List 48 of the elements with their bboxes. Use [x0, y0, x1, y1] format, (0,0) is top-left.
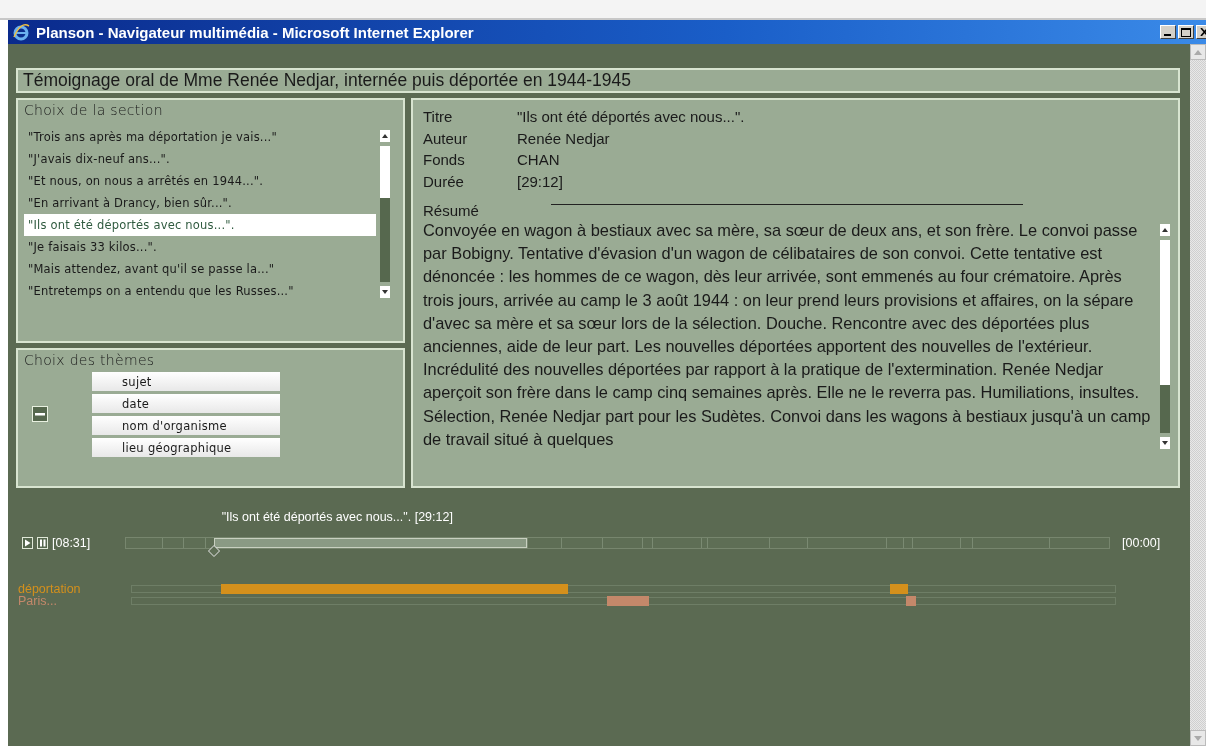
theme-bar: [890, 584, 909, 594]
field-value: "Ils ont été déportés avec nous...".: [517, 107, 745, 127]
field-label: Fonds: [423, 150, 466, 170]
panel-title: Choix des thèmes: [23, 351, 156, 370]
theme-button[interactable]: sujet: [92, 372, 280, 391]
elapsed-time: [08:31]: [52, 536, 92, 550]
summary-scrollbar[interactable]: [1160, 224, 1170, 449]
section-item[interactable]: "En arrivant à Drancy, bien sûr...".: [24, 192, 376, 214]
window-title: Planson - Navigateur multimédia - Microsoft Internet Explorer: [36, 23, 475, 41]
section-item[interactable]: "Et nous, on nous a arrêtés en 1944...".: [24, 170, 376, 192]
field-value: [29:12]: [517, 171, 563, 192]
pause-icon[interactable]: [37, 537, 48, 549]
section-item[interactable]: "Entretemps on a entendu que les Russes...": [24, 280, 376, 302]
theme-label: déportation: [17, 583, 82, 595]
field-value: Renée Nedjar: [517, 128, 610, 149]
summary-text: Convoyée en wagon à bestiaux avec sa mère, sa sœur de deux ans, et son frère. Le convoi passe par Bobigny. Tentative d'évasion d'un wagon de célibataires de son convoi. Cette tentative est dénoncée : les hommes de ce wagon, dès leur arrivée, sont emmenés au four crématoire. Après trois jours, arrivée au camp le 3 août 1944 : on leur prend leurs provisions et affaires, on la sépare d'avec sa mère et sa sœur lors de la sélection. Douche. Rencontre avec des déportées plus anciennes, aide de leur part. Les nouvelles déportées apportent des nouvelles de l'extérieur. Incrédulité des nouvelles déportées par rapport à la pratique de l'extermination. Renée Nedjar aperçoit son frère dans le camp cinq semaines après. Elle ne le reverra pas. Humiliations, insultes. Sélection, Renée Nedjar part pour les Sudètes. Convoi dans les wagons à bestiaux jusqu'à un camp de travail situé à quelques: [423, 220, 1152, 450]
field-label: Durée: [423, 171, 465, 192]
theme-label: Paris...: [17, 595, 57, 607]
theme-bar: [607, 596, 649, 606]
theme-button[interactable]: date: [92, 394, 280, 413]
section-item[interactable]: "Ils ont été déportés avec nous...".: [24, 214, 376, 236]
field-label: Auteur: [423, 128, 469, 149]
remaining-time: [00:00]: [1122, 536, 1161, 550]
current-section-label: "Ils ont été déportés avec nous...". [29:12]: [221, 510, 453, 524]
maximize-button[interactable]: [1178, 25, 1194, 39]
theme-button[interactable]: nom d'organisme: [92, 416, 280, 435]
summary-label: Résumé: [423, 202, 479, 219]
play-icon[interactable]: [22, 537, 33, 549]
browser-logo-icon: [12, 23, 30, 41]
field-label: Titre: [423, 107, 454, 127]
scroll-down-icon[interactable]: [1162, 441, 1168, 445]
field-value: CHAN: [517, 150, 560, 170]
scroll-up-icon[interactable]: [1162, 228, 1168, 232]
maximize-icon: [1181, 27, 1191, 37]
section-item[interactable]: "J'avais dix-neuf ans...".: [24, 148, 376, 170]
section-item[interactable]: "Trois ans après ma déportation je vais...": [24, 126, 376, 148]
section-item[interactable]: "Je faisais 33 kilos...".: [24, 236, 376, 258]
scroll-down-icon[interactable]: [382, 290, 388, 294]
theme-button[interactable]: lieu géographique: [92, 438, 280, 457]
close-icon: [1199, 28, 1206, 36]
collapse-icon[interactable]: [32, 405, 48, 422]
scroll-up-icon[interactable]: [382, 134, 388, 138]
minimize-button[interactable]: [1160, 25, 1176, 39]
section-item[interactable]: "Mais attendez, avant qu'il se passe la...": [24, 258, 376, 280]
page-heading: Témoignage oral de Mme Renée Nedjar, internée puis déportée en 1944-1945: [16, 68, 1180, 93]
playhead-handle[interactable]: [207, 545, 220, 557]
panel-title: Choix de la section: [23, 101, 164, 120]
theme-bar: [906, 596, 917, 606]
